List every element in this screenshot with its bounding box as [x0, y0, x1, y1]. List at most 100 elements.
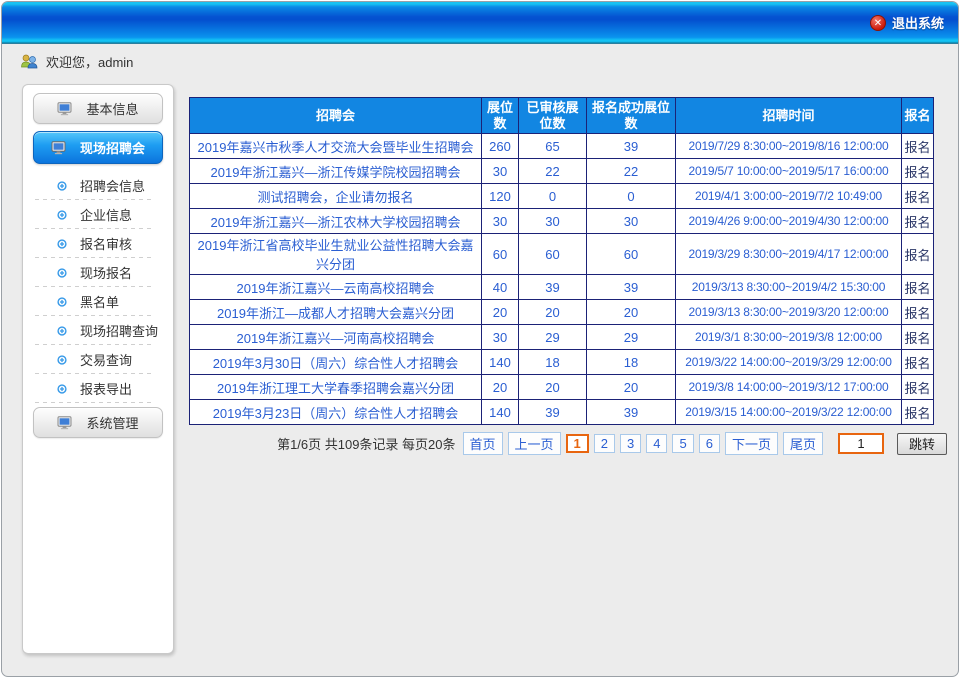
sidebar-subitem-label: 黑名单 — [80, 292, 119, 311]
page-number-button[interactable]: 2 — [594, 434, 615, 453]
sidebar-subitem[interactable]: 黑名单 — [23, 287, 173, 316]
sidebar-subitem-label: 企业信息 — [80, 205, 132, 224]
pagination-bar: 第1/6页 共109条记录 每页20条 首页 上一页 123456 下一页 尾页… — [277, 432, 947, 455]
page-number-button[interactable]: 3 — [620, 434, 641, 453]
logout-label: 退出系统 — [892, 13, 944, 32]
table-row: 2019年浙江嘉兴—浙江农林大学校园招聘会3030302019/4/26 9:0… — [190, 209, 934, 234]
register-link[interactable]: 报名 — [902, 184, 934, 209]
table-cell-booths: 260 — [482, 134, 519, 159]
prev-page-button[interactable]: 上一页 — [508, 432, 561, 455]
last-page-button[interactable]: 尾页 — [783, 432, 823, 455]
table-cell-approved: 20 — [519, 300, 587, 325]
sidebar-item-system-admin[interactable]: 系统管理 — [33, 407, 163, 438]
table-cell-time: 2019/3/29 8:30:00~2019/4/17 12:00:00 — [676, 234, 902, 275]
table-row: 2019年浙江嘉兴—河南高校招聘会3029292019/3/1 8:30:00~… — [190, 325, 934, 350]
page-number-button[interactable]: 4 — [646, 434, 667, 453]
page-number-button[interactable]: 6 — [699, 434, 720, 453]
plus-circle-icon — [57, 181, 67, 191]
monitor-icon — [51, 141, 68, 155]
jobfair-name-link[interactable]: 2019年浙江省高校毕业生就业公益性招聘大会嘉兴分团 — [190, 234, 482, 275]
jobfair-name-link[interactable]: 2019年浙江—成都人才招聘大会嘉兴分团 — [190, 300, 482, 325]
top-bar: ✕ 退出系统 — [2, 2, 958, 44]
table-cell-registered: 22 — [587, 159, 676, 184]
jobfair-name-link[interactable]: 2019年浙江嘉兴—河南高校招聘会 — [190, 325, 482, 350]
jump-page-input[interactable] — [838, 433, 884, 454]
sidebar-subitem-label: 现场报名 — [80, 263, 132, 282]
table-cell-booths: 20 — [482, 300, 519, 325]
sidebar-subitem-label: 报表导出 — [80, 379, 132, 398]
table-row: 2019年嘉兴市秋季人才交流大会暨毕业生招聘会26065392019/7/29 … — [190, 134, 934, 159]
sidebar-subitem[interactable]: 现场报名 — [23, 258, 173, 287]
table-cell-approved: 22 — [519, 159, 587, 184]
register-link[interactable]: 报名 — [902, 134, 934, 159]
page-number-button[interactable]: 5 — [672, 434, 693, 453]
table-row: 测试招聘会，企业请勿报名120002019/4/1 3:00:00~2019/7… — [190, 184, 934, 209]
app-window: ✕ 退出系统 欢迎您，admin 基 — [1, 1, 959, 677]
jobfair-name-link[interactable]: 2019年浙江嘉兴—浙江传媒学院校园招聘会 — [190, 159, 482, 184]
page-number-list: 123456 — [566, 434, 720, 453]
table-cell-time: 2019/4/1 3:00:00~2019/7/2 10:49:00 — [676, 184, 902, 209]
register-link[interactable]: 报名 — [902, 375, 934, 400]
logout-button[interactable]: ✕ 退出系统 — [870, 13, 944, 32]
table-cell-approved: 65 — [519, 134, 587, 159]
sidebar-item-live-jobfair[interactable]: 现场招聘会 — [33, 131, 163, 164]
register-link[interactable]: 报名 — [902, 209, 934, 234]
monitor-icon — [57, 416, 74, 430]
table-cell-registered: 18 — [587, 350, 676, 375]
table-cell-registered: 30 — [587, 209, 676, 234]
plus-circle-icon — [57, 355, 67, 365]
sidebar-subitem[interactable]: 交易查询 — [23, 345, 173, 374]
table-cell-approved: 39 — [519, 400, 587, 425]
sidebar-item-label: 系统管理 — [86, 413, 138, 432]
register-link[interactable]: 报名 — [902, 275, 934, 300]
jobfair-name-link[interactable]: 2019年浙江嘉兴—云南高校招聘会 — [190, 275, 482, 300]
first-page-button[interactable]: 首页 — [463, 432, 503, 455]
jump-button[interactable]: 跳转 — [897, 433, 947, 455]
sidebar-subitem[interactable]: 报表导出 — [23, 374, 173, 403]
jobfair-name-link[interactable]: 2019年浙江嘉兴—浙江农林大学校园招聘会 — [190, 209, 482, 234]
register-link[interactable]: 报名 — [902, 400, 934, 425]
sidebar-item-basic-info[interactable]: 基本信息 — [33, 93, 163, 124]
jobfair-name-link[interactable]: 2019年3月30日（周六）综合性人才招聘会 — [190, 350, 482, 375]
table-cell-time: 2019/5/7 10:00:00~2019/5/17 16:00:00 — [676, 159, 902, 184]
table-cell-approved: 0 — [519, 184, 587, 209]
table-cell-booths: 40 — [482, 275, 519, 300]
table-row: 2019年浙江理工大学春季招聘会嘉兴分团2020202019/3/8 14:00… — [190, 375, 934, 400]
column-header: 招聘会 — [190, 98, 482, 134]
pagination-summary: 第1/6页 共109条记录 每页20条 — [277, 434, 455, 453]
sidebar-subitem[interactable]: 现场招聘查询 — [23, 316, 173, 345]
page-number-button[interactable]: 1 — [566, 434, 589, 453]
jobfair-name-link[interactable]: 2019年3月23日（周六）综合性人才招聘会 — [190, 400, 482, 425]
table-cell-booths: 60 — [482, 234, 519, 275]
table-cell-booths: 30 — [482, 159, 519, 184]
sidebar-item-label: 现场招聘会 — [80, 138, 145, 157]
next-page-button[interactable]: 下一页 — [725, 432, 778, 455]
close-icon: ✕ — [870, 15, 886, 31]
register-link[interactable]: 报名 — [902, 159, 934, 184]
plus-circle-icon — [57, 268, 67, 278]
table-header-row: 招聘会展位数已审核展位数报名成功展位数招聘时间报名 — [190, 98, 934, 134]
table-cell-booths: 30 — [482, 209, 519, 234]
sidebar-subitem[interactable]: 企业信息 — [23, 200, 173, 229]
jobfair-name-link[interactable]: 2019年嘉兴市秋季人才交流大会暨毕业生招聘会 — [190, 134, 482, 159]
plus-circle-icon — [57, 297, 67, 307]
table-cell-booths: 140 — [482, 400, 519, 425]
table-cell-approved: 20 — [519, 375, 587, 400]
register-link[interactable]: 报名 — [902, 325, 934, 350]
table-row: 2019年浙江嘉兴—浙江传媒学院校园招聘会3022222019/5/7 10:0… — [190, 159, 934, 184]
table-cell-approved: 39 — [519, 275, 587, 300]
sidebar-subitem[interactable]: 招聘会信息 — [23, 171, 173, 200]
table-cell-time: 2019/7/29 8:30:00~2019/8/16 12:00:00 — [676, 134, 902, 159]
jobfair-name-link[interactable]: 2019年浙江理工大学春季招聘会嘉兴分团 — [190, 375, 482, 400]
register-link[interactable]: 报名 — [902, 234, 934, 275]
welcome-text: 欢迎您，admin — [46, 52, 133, 71]
table-cell-registered: 20 — [587, 375, 676, 400]
table-cell-approved: 30 — [519, 209, 587, 234]
register-link[interactable]: 报名 — [902, 300, 934, 325]
sidebar-subitem[interactable]: 报名审核 — [23, 229, 173, 258]
register-link[interactable]: 报名 — [902, 350, 934, 375]
jobfair-name-link[interactable]: 测试招聘会，企业请勿报名 — [190, 184, 482, 209]
table-cell-registered: 29 — [587, 325, 676, 350]
table-cell-booths: 140 — [482, 350, 519, 375]
table-cell-time: 2019/4/26 9:00:00~2019/4/30 12:00:00 — [676, 209, 902, 234]
